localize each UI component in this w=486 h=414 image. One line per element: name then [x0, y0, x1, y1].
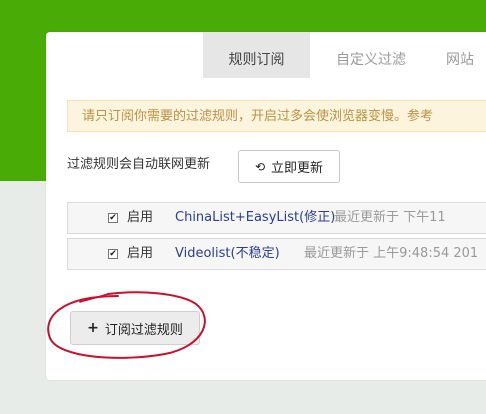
update-now-button[interactable]: ⟲ 立即更新: [238, 150, 340, 183]
tab-website[interactable]: 网站: [446, 32, 486, 78]
subscribe-rules-label: 订阅过滤规则: [104, 322, 183, 338]
rule-name-link[interactable]: ChinaList+EasyList(修正): [175, 203, 335, 233]
plus-icon: +: [87, 320, 99, 336]
subscribe-rules-button[interactable]: + 订阅过滤规则: [70, 311, 200, 345]
notice-banner: 请只订阅你需要的过滤规则，开启过多会使浏览器变慢。参考: [67, 100, 486, 132]
tab-custom-filter[interactable]: 自定义过滤: [310, 32, 432, 78]
settings-panel: 规则订阅 自定义过滤 网站 请只订阅你需要的过滤规则，开启过多会使浏览器变慢。参…: [46, 32, 486, 380]
rule-enable-checkbox[interactable]: ✔: [108, 213, 118, 223]
update-now-label: 立即更新: [271, 161, 324, 176]
tab-rule-subscription[interactable]: 规则订阅: [203, 32, 310, 78]
rule-row: ✔ 启用 ChinaList+EasyList(修正) 最近更新于 下午11: [67, 202, 486, 234]
rule-enable-label: 启用: [127, 246, 154, 261]
rule-enable-checkbox[interactable]: ✔: [108, 249, 118, 259]
rule-updated-time: 最近更新于 下午11: [334, 210, 446, 225]
refresh-icon: ⟲: [254, 159, 266, 174]
rule-name-link[interactable]: Videolist(不稳定): [175, 239, 280, 269]
rule-updated-time: 最近更新于 上午9:48:54 201: [304, 246, 479, 261]
auto-update-label: 过滤规则会自动联网更新: [67, 157, 211, 172]
rule-enable-label: 启用: [127, 210, 154, 225]
tab-bar: 规则订阅 自定义过滤 网站: [46, 32, 486, 78]
rule-row: ✔ 启用 Videolist(不稳定) 最近更新于 上午9:48:54 201: [67, 238, 486, 270]
